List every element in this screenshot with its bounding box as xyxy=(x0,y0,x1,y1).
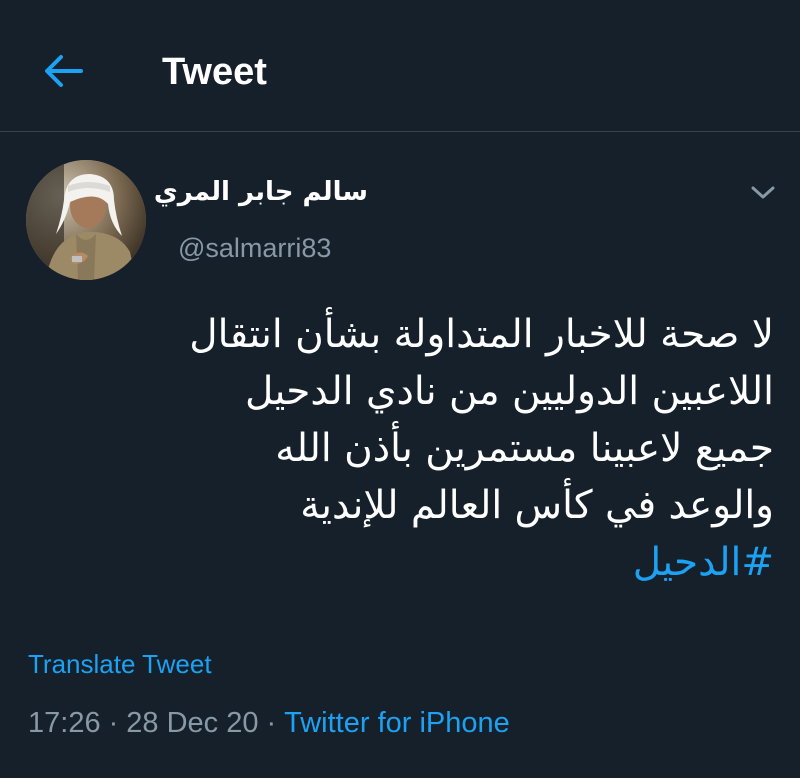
back-button[interactable] xyxy=(38,46,88,96)
tweet-line: جميع لاعبينا مستمرين بأذن الله xyxy=(275,426,774,471)
more-options-button[interactable] xyxy=(746,176,780,210)
tweet-text: لا صحة للاخبار المتداولة بشأن انتقال الل… xyxy=(14,306,774,591)
separator-dot: · xyxy=(266,707,277,739)
tweet-line: اللاعبين الدوليين من نادي الدحيل xyxy=(244,369,774,414)
tweet-metadata: 17:26 · 28 Dec 20 · Twitter for iPhone xyxy=(28,700,510,746)
page-title: Tweet xyxy=(162,51,267,93)
author-name[interactable]: سالم جابر المري xyxy=(154,172,368,212)
arrow-left-icon xyxy=(45,55,83,87)
hashtag-link[interactable]: #الدحيل xyxy=(14,534,774,591)
tweet-source-link[interactable]: Twitter for iPhone xyxy=(284,707,510,739)
user-avatar-photo xyxy=(26,160,146,280)
top-bar: Tweet xyxy=(0,0,800,132)
author-handle[interactable]: @salmarri83 xyxy=(178,226,331,270)
chevron-down-icon xyxy=(751,186,775,199)
translate-tweet-link[interactable]: Translate Tweet xyxy=(28,644,212,684)
tweet-date: 28 Dec 20 xyxy=(126,707,259,739)
tweet-line: لا صحة للاخبار المتداولة بشأن انتقال xyxy=(189,312,774,357)
avatar[interactable] xyxy=(26,160,146,280)
separator-dot: · xyxy=(108,707,119,739)
tweet-time: 17:26 xyxy=(28,707,101,739)
tweet-line: والوعد في كأس العالم للإندية xyxy=(300,483,774,528)
